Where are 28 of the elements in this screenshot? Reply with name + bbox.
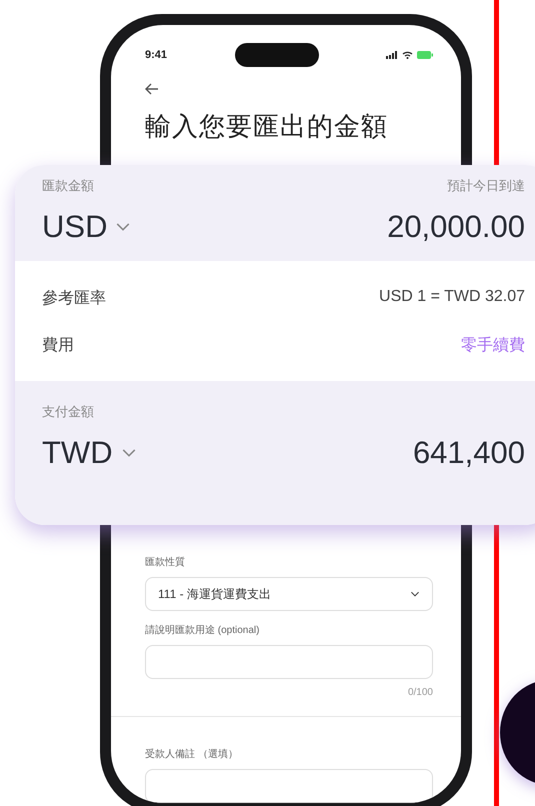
input-field[interactable] <box>145 645 433 679</box>
currency-dropdown[interactable]: TWD <box>42 435 137 471</box>
chevron-down-icon <box>410 591 420 597</box>
amount-value[interactable]: 20,000.00 <box>387 209 525 245</box>
field-label: 受款人備註 （選填） <box>145 748 239 761</box>
status-time: 9:41 <box>145 49 168 61</box>
amount-value: 641,400 <box>412 435 525 471</box>
detail-value: USD 1 = TWD 32.07 <box>379 288 525 307</box>
select-field[interactable]: 111 - 海運貨運費支出 <box>145 577 433 611</box>
chevron-down-icon <box>115 222 132 232</box>
detail-value: 零手續費 <box>461 336 525 356</box>
back-arrow-icon[interactable] <box>145 83 159 95</box>
battery-icon <box>417 51 433 59</box>
detail-label: 費用 <box>42 336 74 356</box>
select-value: 111 - 海運貨運費支出 <box>158 586 271 602</box>
wifi-icon <box>402 51 413 59</box>
field-label: 請說明匯款用途 (optional) <box>145 624 260 637</box>
field-label: 匯款性質 <box>145 556 186 569</box>
field-label: 支付金額 <box>42 403 94 421</box>
chevron-down-icon <box>120 448 137 458</box>
page-title: 輸入您要匯出的金額 <box>145 110 389 143</box>
signal-icon <box>386 51 398 59</box>
currency-dropdown[interactable]: USD <box>42 209 132 245</box>
input-field[interactable] <box>145 769 433 803</box>
detail-label: 參考匯率 <box>42 288 106 309</box>
field-label: 匯款金額 <box>42 177 94 195</box>
arrival-note: 預計今日到達 <box>447 177 525 195</box>
character-counter: 0/100 <box>408 687 433 698</box>
